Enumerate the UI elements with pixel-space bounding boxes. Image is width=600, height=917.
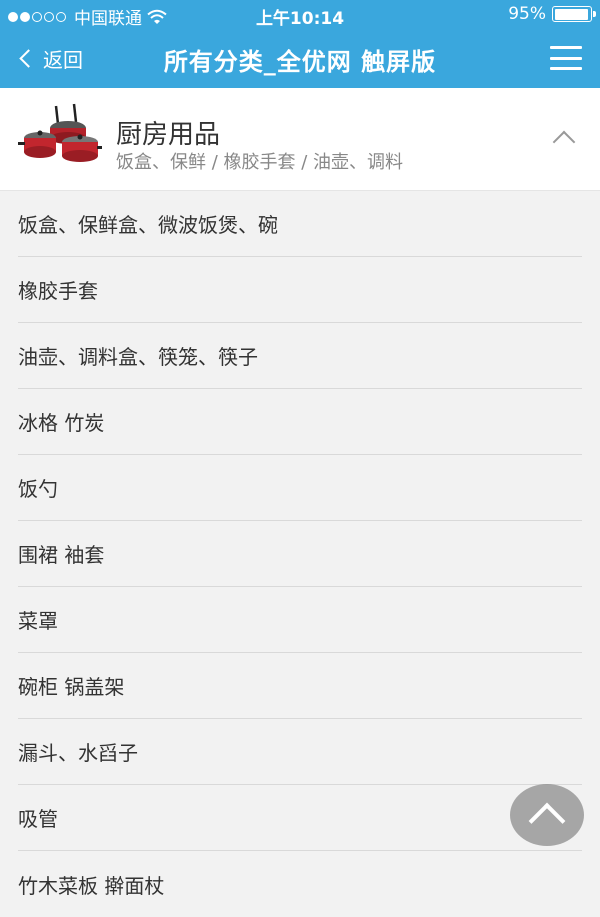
list-item[interactable]: 饭盒、保鲜盒、微波饭煲、碗: [18, 191, 582, 257]
category-title: 厨房用品: [116, 120, 221, 150]
category-header[interactable]: 厨房用品 饭盒、保鲜 / 橡胶手套 / 油壶、调料: [0, 88, 600, 191]
menu-line: [550, 67, 582, 70]
menu-line: [550, 46, 582, 49]
list-item[interactable]: 围裙 袖套: [18, 521, 582, 587]
list-item[interactable]: 饭勺: [18, 455, 582, 521]
category-subtitle: 饭盒、保鲜 / 橡胶手套 / 油壶、调料: [116, 152, 404, 173]
battery-percent: 95%: [508, 4, 546, 24]
battery-fill: [554, 8, 588, 20]
status-right: 95%: [508, 4, 596, 24]
nav-bar: 返回 所有分类_全优网 触屏版: [0, 30, 600, 88]
list-item[interactable]: 吸管: [18, 785, 582, 851]
cookware-pots-image: [18, 103, 102, 162]
menu-line: [550, 56, 582, 60]
battery-icon: [552, 6, 596, 22]
hamburger-menu-icon[interactable]: [550, 46, 582, 70]
page-title: 所有分类_全优网 触屏版: [163, 48, 437, 76]
list-item[interactable]: 漏斗、水舀子: [18, 719, 582, 785]
chevron-up-icon[interactable]: [552, 130, 576, 154]
scroll-to-top-icon: [528, 802, 566, 840]
list-item[interactable]: 油壶、调料盒、筷笼、筷子: [18, 323, 582, 389]
list-item[interactable]: 冰格 竹炭: [18, 389, 582, 455]
list-item[interactable]: 橡胶手套: [18, 257, 582, 323]
status-bar: 中国联通 上午10:14 95%: [0, 0, 600, 30]
list-item[interactable]: 碗柜 锅盖架: [18, 653, 582, 719]
list-item[interactable]: 菜罩: [18, 587, 582, 653]
scroll-to-top-button[interactable]: [510, 784, 584, 846]
list-item[interactable]: 竹木菜板 擀面杖: [18, 851, 582, 917]
